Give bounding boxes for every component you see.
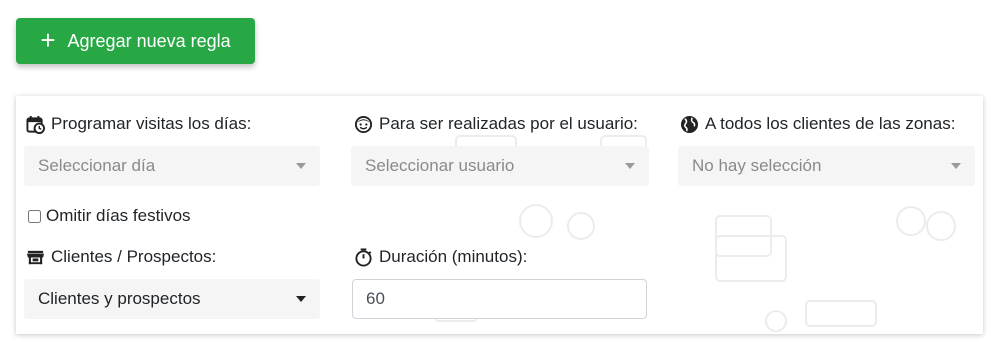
duration-label: Duración (minutos): xyxy=(354,247,527,267)
stopwatch-icon xyxy=(355,247,372,267)
caret-down-icon xyxy=(951,163,961,169)
calendar-clock-icon xyxy=(26,115,45,134)
skip-holidays-option[interactable]: Omitir días festivos xyxy=(28,206,191,226)
plus-icon: + xyxy=(40,25,56,55)
assigned-user-label: Para ser realizadas por el usuario: xyxy=(354,114,638,134)
assigned-user-select[interactable]: Seleccionar usuario xyxy=(351,146,649,186)
zones-label: A todos los clientes de las zonas: xyxy=(680,114,955,134)
globe-icon xyxy=(680,115,699,133)
caret-down-icon xyxy=(296,163,306,169)
schedule-days-label: Programar visitas los días: xyxy=(26,114,251,134)
store-icon xyxy=(26,250,45,264)
caret-down-icon xyxy=(625,163,635,169)
client-type-label: Clientes / Prospectos: xyxy=(26,247,216,267)
caret-down-icon xyxy=(296,296,306,302)
rule-form-card: Programar visitas los días: Para ser rea… xyxy=(16,96,983,334)
client-type-select[interactable]: Clientes y prospectos xyxy=(24,279,320,319)
duration-input[interactable] xyxy=(352,279,647,319)
zones-select[interactable]: No hay selección xyxy=(678,146,975,186)
add-rule-label: Agregar nueva regla xyxy=(67,30,231,51)
smiley-face-icon xyxy=(354,115,373,133)
schedule-days-select[interactable]: Seleccionar día xyxy=(24,146,320,186)
skip-holidays-checkbox[interactable] xyxy=(28,209,41,223)
add-rule-button[interactable]: + Agregar nueva regla xyxy=(16,18,255,64)
